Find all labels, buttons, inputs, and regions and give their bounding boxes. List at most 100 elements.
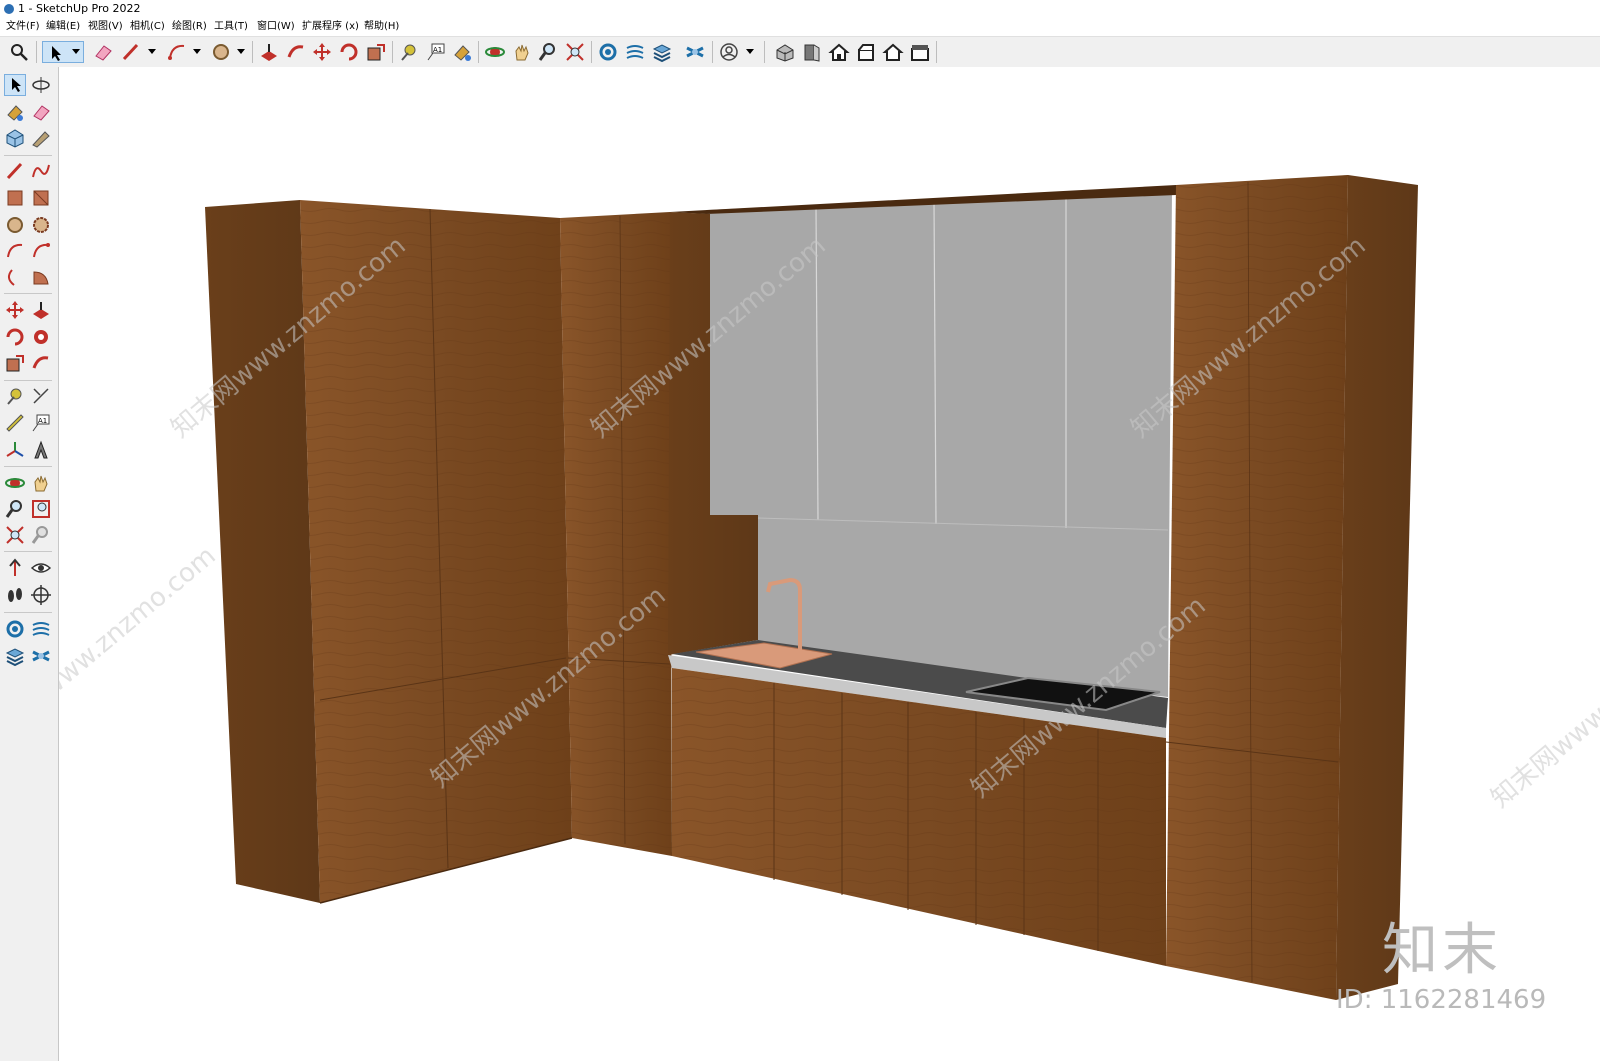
text-icon[interactable]: A1 <box>30 412 52 434</box>
three-point-arc-icon[interactable] <box>4 266 26 288</box>
move-icon[interactable] <box>311 41 333 63</box>
styles-icon[interactable] <box>684 41 706 63</box>
menu-edit[interactable]: 编辑(E) <box>46 18 80 36</box>
union-icon[interactable] <box>4 645 26 667</box>
menu-window[interactable]: 窗口(W) <box>257 18 295 36</box>
svg-text:A1: A1 <box>38 417 47 425</box>
right-view-icon[interactable] <box>855 41 877 63</box>
follow-me-icon[interactable] <box>30 326 52 348</box>
iso-view-icon[interactable] <box>774 41 796 63</box>
push-pull-icon[interactable] <box>30 299 52 321</box>
main-toolbar: A1 <box>0 36 1600 68</box>
circle-icon[interactable] <box>210 41 232 63</box>
menu-view[interactable]: 视图(V) <box>88 18 123 36</box>
text-icon[interactable]: A1 <box>425 41 447 63</box>
axes-icon[interactable] <box>4 439 26 461</box>
scale-icon[interactable] <box>365 41 387 63</box>
chevron-down-icon[interactable] <box>193 49 201 54</box>
zoom-icon[interactable] <box>537 41 559 63</box>
tape-icon[interactable] <box>398 41 420 63</box>
scale-icon[interactable] <box>4 352 26 374</box>
chevron-down-icon[interactable] <box>237 49 245 54</box>
account-icon[interactable] <box>718 41 740 63</box>
offset-icon[interactable] <box>30 352 52 374</box>
title-bar: 1 - SketchUp Pro 2022 <box>0 0 1600 18</box>
brand-watermark: 知末 <box>1382 918 1502 983</box>
top-view-icon[interactable] <box>828 41 850 63</box>
component-icon[interactable] <box>4 127 26 149</box>
pie-icon[interactable] <box>30 266 52 288</box>
look-around-icon[interactable] <box>30 557 52 579</box>
menu-camera[interactable]: 相机(C) <box>130 18 165 36</box>
rotate-icon[interactable] <box>4 326 26 348</box>
eraser-icon[interactable] <box>92 41 114 63</box>
menu-bar: 文件(F) 编辑(E) 视图(V) 相机(C) 绘图(R) 工具(T) 窗口(W… <box>0 18 1600 36</box>
arc-icon[interactable] <box>166 41 188 63</box>
solid-tools-icon[interactable] <box>597 41 619 63</box>
follow-me-icon[interactable] <box>285 41 307 63</box>
zoom-extents-icon[interactable] <box>564 41 586 63</box>
arc-icon[interactable] <box>4 240 26 262</box>
freehand-icon[interactable] <box>30 160 52 182</box>
paint-icon[interactable] <box>451 41 473 63</box>
layers-icon[interactable] <box>651 41 673 63</box>
back-view-icon[interactable] <box>882 41 904 63</box>
menu-extensions[interactable]: 扩展程序 (x) <box>302 18 359 36</box>
toolbar-separator <box>392 41 393 63</box>
intersect-icon[interactable] <box>30 618 52 640</box>
menu-draw[interactable]: 绘图(R) <box>172 18 207 36</box>
protractor-icon[interactable] <box>4 412 26 434</box>
polygon-icon[interactable] <box>30 214 52 236</box>
window-title: 1 - SketchUp Pro 2022 <box>18 2 141 15</box>
section-plane-icon[interactable] <box>30 584 52 606</box>
right-cabinet-side <box>1336 175 1418 1000</box>
toolbar-separator <box>36 41 37 63</box>
subtract-icon[interactable] <box>30 645 52 667</box>
menu-tools[interactable]: 工具(T) <box>214 18 248 36</box>
zoom-tool-icon[interactable] <box>4 498 26 520</box>
toolbar-separator <box>4 612 52 613</box>
zoom-extents-tool-icon[interactable] <box>4 524 26 546</box>
sandbox-icon[interactable] <box>624 41 646 63</box>
circle-icon[interactable] <box>4 214 26 236</box>
chevron-down-icon[interactable] <box>72 49 80 54</box>
rotated-rectangle-icon[interactable] <box>30 187 52 209</box>
line-icon[interactable] <box>4 160 26 182</box>
rotate-icon[interactable] <box>338 41 360 63</box>
3d-text-icon[interactable] <box>30 439 52 461</box>
pan-icon[interactable] <box>511 41 533 63</box>
front-view-icon[interactable] <box>801 41 823 63</box>
toolbar-separator <box>936 41 937 63</box>
two-point-arc-icon[interactable] <box>30 240 52 262</box>
toolbar-separator <box>4 466 52 467</box>
asset-id: ID: 1162281469 <box>1336 985 1547 1015</box>
rectangle-icon[interactable] <box>4 187 26 209</box>
push-pull-icon[interactable] <box>258 41 280 63</box>
select-icon[interactable] <box>4 74 26 96</box>
menu-help[interactable]: 帮助(H) <box>364 18 399 36</box>
orbit-icon[interactable] <box>484 41 506 63</box>
search-icon[interactable] <box>8 41 30 63</box>
pencil-icon[interactable] <box>120 41 142 63</box>
toolbar-separator <box>591 41 592 63</box>
previous-view-icon[interactable] <box>30 524 52 546</box>
paint-icon[interactable] <box>4 101 26 123</box>
dimension-icon[interactable] <box>30 385 52 407</box>
position-camera-icon[interactable] <box>4 557 26 579</box>
tape-icon[interactable] <box>30 127 52 149</box>
menu-file[interactable]: 文件(F) <box>6 18 40 36</box>
orbit-tool-icon[interactable] <box>4 472 26 494</box>
outer-shell-icon[interactable] <box>4 618 26 640</box>
tape-measure-icon[interactable] <box>4 385 26 407</box>
model-viewport[interactable]: 知末网www.znzmo.com 知末网www.znzmo.com 知末网www… <box>59 67 1600 1061</box>
left-view-icon[interactable] <box>909 41 931 63</box>
orbit-icon[interactable] <box>30 74 52 96</box>
pan-tool-icon[interactable] <box>30 472 52 494</box>
sketchup-app-icon <box>4 4 14 14</box>
chevron-down-icon[interactable] <box>148 49 156 54</box>
move-icon[interactable] <box>4 299 26 321</box>
eraser-icon[interactable] <box>30 101 52 123</box>
walk-icon[interactable] <box>4 584 26 606</box>
chevron-down-icon[interactable] <box>746 49 754 54</box>
zoom-window-icon[interactable] <box>30 498 52 520</box>
